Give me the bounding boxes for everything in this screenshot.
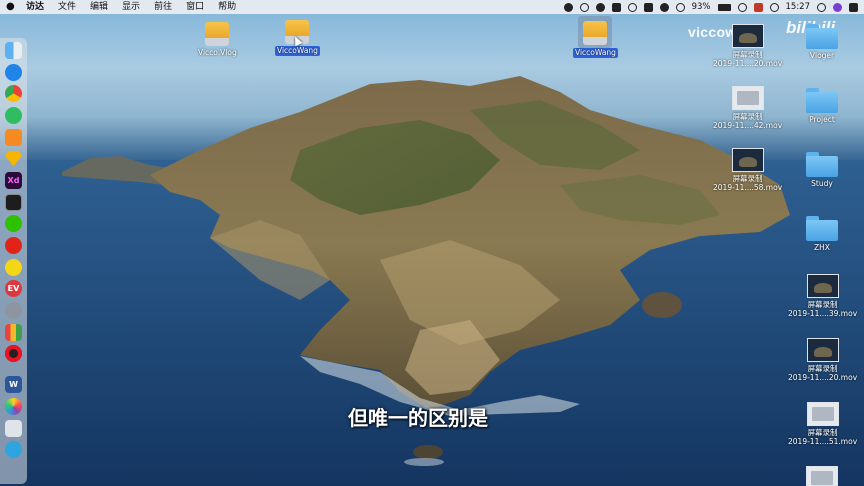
telegram-icon[interactable]: [5, 441, 22, 458]
folder-icon: [806, 88, 838, 113]
spotlight-search-icon[interactable]: [817, 2, 826, 12]
app-status-icon-2[interactable]: [579, 2, 589, 12]
dock: Xd EV W: [0, 38, 27, 484]
wechat-icon[interactable]: [5, 215, 22, 232]
sketch-icon[interactable]: [5, 150, 22, 167]
file-sub: 2019-11....42.mov: [713, 121, 783, 130]
folder-icon: [806, 152, 838, 177]
record-icon[interactable]: [5, 345, 22, 362]
netease-music-icon[interactable]: [5, 237, 22, 254]
file-name: 屏幕录制: [807, 300, 838, 309]
app-status-icon-6[interactable]: [659, 2, 669, 12]
input-source-flag-icon[interactable]: [753, 2, 763, 12]
menu-edit[interactable]: 编辑: [90, 0, 108, 14]
bluetooth-icon[interactable]: [737, 2, 747, 12]
folder-study[interactable]: Study: [806, 152, 838, 189]
menu-view[interactable]: 显示: [122, 0, 140, 14]
apple-menu-icon[interactable]: ●: [6, 2, 16, 12]
file-sub: 2019-11....39.mov: [788, 309, 858, 318]
ev-label: EV: [7, 284, 20, 293]
cloud-status-icon[interactable]: [595, 2, 605, 12]
video-thumbnail: [806, 402, 839, 426]
notification-center-icon[interactable]: [849, 2, 858, 12]
app-status-icon-4[interactable]: [627, 2, 637, 12]
file-screen-recording-6[interactable]: 屏幕录制 2019-11....51.mov: [788, 402, 857, 446]
chrome-icon[interactable]: [5, 85, 22, 102]
file-sub: 2019-11....20.mov: [713, 59, 783, 68]
file-name: 屏幕录制: [732, 50, 763, 59]
file-sub: 2019-11....58.mov: [713, 183, 783, 192]
expressvpn-icon[interactable]: EV: [5, 280, 22, 297]
menu-file[interactable]: 文件: [58, 0, 76, 14]
folder-icon: [806, 216, 838, 241]
evernote-icon[interactable]: [5, 107, 22, 124]
file-screen-recording-5[interactable]: 屏幕录制 2019-11....20.mov: [788, 338, 857, 382]
battery-percent: 93%: [691, 2, 711, 12]
drive-viccowang-2[interactable]: ViccoWang: [573, 16, 618, 58]
file-screen-recording-partial[interactable]: [806, 466, 838, 486]
menu-window[interactable]: 窗口: [186, 0, 204, 14]
file-sub: 2019-11....51.mov: [788, 437, 858, 446]
folder-label: Vloger: [809, 51, 835, 60]
folder-label: Study: [811, 179, 833, 188]
drive-label: ViccoWang: [573, 48, 618, 58]
app-status-icon-1[interactable]: [563, 2, 573, 12]
video-thumbnail: [806, 466, 838, 486]
app-status-icon-5[interactable]: [643, 2, 653, 12]
folder-icon: [806, 24, 838, 49]
file-screen-recording-2[interactable]: 屏幕录制 2019-11....42.mov: [713, 86, 782, 130]
folder-project[interactable]: Project: [806, 88, 838, 125]
xd-label: Xd: [7, 176, 20, 185]
menu-clock[interactable]: 15:27: [786, 0, 811, 14]
menu-go[interactable]: 前往: [154, 0, 172, 14]
file-name: 屏幕录制: [807, 428, 838, 437]
menu-app-name[interactable]: 访达: [26, 0, 44, 14]
app-grid-icon[interactable]: [5, 324, 22, 341]
video-thumbnail: [806, 338, 839, 362]
drive-label: ViccoWang: [275, 46, 320, 56]
external-drive-icon: [204, 18, 230, 48]
app-status-icon-3[interactable]: [611, 2, 621, 12]
safari-icon[interactable]: [5, 64, 22, 81]
folder-label: Project: [809, 115, 835, 124]
folder-zhx[interactable]: ZHX: [806, 216, 838, 253]
wifi-icon[interactable]: [769, 2, 779, 12]
file-name: 屏幕录制: [807, 364, 838, 373]
siri-icon[interactable]: [833, 2, 842, 12]
file-name: 屏幕录制: [732, 174, 763, 183]
drive-vicco-vlog[interactable]: Vicco.Vlog: [196, 18, 239, 58]
file-sub: 2019-11....20.mov: [788, 373, 858, 382]
qq-music-icon[interactable]: [5, 259, 22, 276]
video-subtitle: 但唯一的区别是: [348, 406, 488, 430]
folder-vloger[interactable]: Vloger: [806, 24, 838, 61]
external-drive-icon: [582, 17, 608, 47]
file-screen-recording-1[interactable]: 屏幕录制 2019-11....20.mov: [713, 24, 782, 68]
battery-icon[interactable]: [717, 3, 731, 11]
file-screen-recording-4[interactable]: 屏幕录制 2019-11....39.mov: [788, 274, 857, 318]
video-thumbnail: [731, 148, 764, 172]
folder-label: ZHX: [814, 243, 830, 252]
video-thumbnail: [731, 24, 764, 48]
word-label: W: [9, 380, 18, 389]
file-screen-recording-3[interactable]: 屏幕录制 2019-11....58.mov: [713, 148, 782, 192]
finder-icon[interactable]: [5, 42, 22, 59]
video-thumbnail: [806, 274, 839, 298]
word-icon[interactable]: W: [5, 376, 22, 393]
sublime-icon[interactable]: [5, 129, 22, 146]
time-machine-icon[interactable]: [675, 2, 685, 12]
photos-icon[interactable]: [5, 398, 22, 415]
preview-icon[interactable]: [5, 420, 22, 437]
status-area: 93% 15:27: [563, 0, 858, 14]
terminal-icon[interactable]: [5, 194, 22, 211]
drive-label: Vicco.Vlog: [198, 48, 237, 57]
file-name: 屏幕录制: [732, 112, 763, 121]
menu-bar: ● 访达 文件 编辑 显示 前往 窗口 帮助 93% 15:27: [0, 0, 864, 14]
menu-help[interactable]: 帮助: [218, 0, 236, 14]
xd-icon[interactable]: Xd: [5, 172, 22, 189]
video-thumbnail: [731, 86, 764, 110]
rocket-icon[interactable]: [5, 302, 22, 319]
